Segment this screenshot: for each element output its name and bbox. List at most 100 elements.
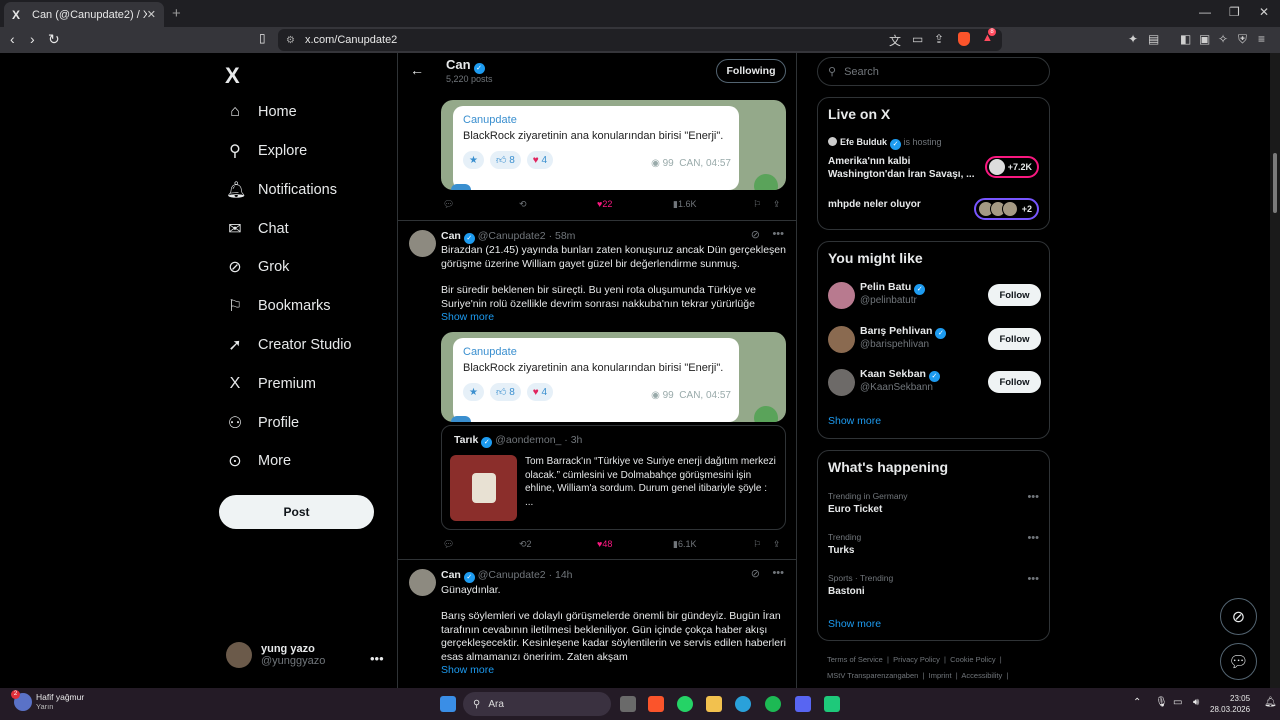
back-icon[interactable]: ‹ [10,31,15,47]
show-more-link[interactable]: Show more [441,664,494,676]
more-options-icon[interactable]: ••• [772,228,784,240]
quoted-tweet[interactable]: Tarık ✓ @aondemon_ · 3h Tom Barrack'ın “T… [441,425,786,530]
microphone-icon[interactable]: 🎙︎ [1155,697,1168,708]
trend-item[interactable]: Trending in Germany Euro Ticket ••• [828,491,1041,519]
tweet-media[interactable]: Canupdate BlackRock ziyaretinin ana konu… [441,100,786,190]
brave-app-icon[interactable] [648,696,664,712]
sidebar-toggle-icon[interactable]: ◧ [1180,32,1191,46]
nav-notifications[interactable]: 🔔︎ Notifications [226,177,337,203]
follow-button[interactable]: Follow [988,284,1041,306]
footer-link[interactable]: Accessibility [961,671,1002,680]
whatsapp-app-icon[interactable] [677,696,693,712]
translate-icon[interactable]: 文 [889,32,901,49]
tweet-media[interactable]: Canupdate BlackRock ziyaretinin ana konu… [441,332,786,422]
reply-icon[interactable]: 💬︎ [443,199,454,210]
nav-grok[interactable]: ⊘ Grok [226,254,289,280]
chat-fab-icon[interactable]: 💬︎ [1220,643,1257,680]
footer-link[interactable]: Terms of Service [827,655,883,664]
trend-item[interactable]: Trending Turks ••• [828,532,1041,560]
like-button[interactable]: ♥ 48 [597,539,612,549]
nav-chat[interactable]: ✉ Chat [226,216,288,242]
footer-link[interactable]: Imprint [929,671,952,680]
tray-overflow-icon[interactable]: ⌃ [1133,697,1141,708]
share-icon[interactable]: ⇪ [934,32,944,46]
more-options-icon[interactable]: ••• [772,567,784,579]
repost-icon[interactable]: ⟲ [519,199,527,210]
vpn-icon[interactable]: ⛨ [1238,32,1247,47]
brave-shields-icon[interactable] [958,32,970,46]
file-explorer-icon[interactable] [706,696,722,712]
tweet-author[interactable]: Can ✓ @Canupdate2 · 58m [441,230,575,244]
cast-icon[interactable]: ▭ [912,32,923,46]
post-button[interactable]: Post [219,495,374,529]
network-icon[interactable]: ▭ [1173,697,1182,708]
live-listeners-pill[interactable]: +2 [973,198,1039,220]
reader-icon[interactable]: ▤ [1148,32,1159,46]
restore-icon[interactable]: ❐ [1229,5,1240,19]
forward-icon[interactable]: › [30,31,35,47]
live-item-title[interactable]: Amerika'nın kalbi Washington'dan İran Sa… [828,155,978,181]
browser-tab[interactable]: X Can (@Canupdate2) / X ✕ [4,2,164,27]
telegram-app-icon[interactable] [735,696,751,712]
nav-explore[interactable]: ⚲ Explore [226,138,307,164]
follow-suggestion[interactable]: Kaan Sekban ✓ @KaanSekbann Follow [828,367,1041,397]
back-arrow-icon[interactable]: ← [410,62,424,78]
task-view-icon[interactable] [620,696,636,712]
share-icon[interactable]: ⇪ [773,199,781,210]
x-logo-icon[interactable]: X [225,63,240,89]
scrollbar-thumb[interactable] [1273,153,1277,213]
live-item-title[interactable]: mhpde neler oluyor [828,198,921,211]
nav-premium[interactable]: X Premium [226,371,316,397]
show-more-link[interactable]: Show more [828,618,881,630]
search-input[interactable]: ⚲ Search [817,57,1050,86]
following-button[interactable]: Following [716,59,786,83]
reply-icon[interactable]: 💬︎ [443,539,454,550]
trend-item[interactable]: Sports · Trending Bastoni ••• [828,573,1041,601]
volume-icon[interactable]: 🔊︎ [1193,697,1199,708]
scrollbar[interactable] [1270,53,1280,688]
taskbar-search[interactable]: ⚲ Ara [463,692,611,716]
site-info-icon[interactable]: ⚙ [286,35,295,46]
nav-more[interactable]: ⊙ More [226,448,291,474]
bookmark-page-icon[interactable]: ▯ [259,31,266,45]
nav-profile[interactable]: ⚇ Profile [226,410,299,436]
repost-button[interactable]: ⟲ 2 [519,539,532,550]
leo-icon[interactable]: ✧ [1218,32,1228,46]
footer-link[interactable]: MStV Transparenzangaben [827,671,918,680]
like-button[interactable]: ♥ 22 [597,199,612,209]
nav-bookmarks[interactable]: ⚐ Bookmarks [226,293,331,319]
extensions-icon[interactable]: ✦ [1128,32,1138,46]
more-options-icon[interactable]: ••• [1027,491,1039,503]
reload-icon[interactable]: ↻ [48,31,60,48]
more-options-icon[interactable]: ••• [1027,532,1039,544]
follow-button[interactable]: Follow [988,328,1041,350]
bookmark-icon[interactable]: ⚐ [753,539,761,550]
avatar[interactable] [409,569,436,596]
views-button[interactable]: ▮ 6.1K [673,539,696,550]
close-window-icon[interactable]: ✕ [1259,5,1269,19]
grok-icon[interactable]: ⊘ [751,228,760,241]
live-listeners-pill[interactable]: +7.2K [984,156,1039,178]
share-icon[interactable]: ⇪ [773,539,781,550]
follow-suggestion[interactable]: Barış Pehlivan ✓ @barispehlivan Follow [828,324,1041,354]
show-more-link[interactable]: Show more [441,311,494,323]
nav-home[interactable]: ⌂ Home [226,99,297,125]
follow-button[interactable]: Follow [988,371,1041,393]
wallet-icon[interactable]: ▣ [1199,32,1210,46]
discord-app-icon[interactable] [795,696,811,712]
footer-link[interactable]: Cookie Policy [950,655,995,664]
weather-widget[interactable]: 2 Hafif yağmur Yarın [11,689,84,711]
footer-link[interactable]: Privacy Policy [893,655,940,664]
grok-icon[interactable]: ⊘ [751,567,760,580]
new-tab-icon[interactable]: + [172,5,181,22]
more-options-icon[interactable]: ••• [1027,573,1039,585]
live-host[interactable]: Efe Bulduk ✓ is hosting [828,137,942,150]
follow-suggestion[interactable]: Pelin Batu ✓ @pelinbatutr Follow [828,280,1041,310]
account-switcher[interactable]: yung yazo @yunggyazo [226,642,325,668]
windows-start-icon[interactable] [440,696,456,712]
show-more-link[interactable]: Show more [828,415,881,427]
avatar[interactable] [409,230,436,257]
app-icon[interactable] [824,696,840,712]
minimize-icon[interactable]: — [1199,5,1211,19]
system-clock[interactable]: 23:05 28.03.2026 [1210,693,1250,715]
